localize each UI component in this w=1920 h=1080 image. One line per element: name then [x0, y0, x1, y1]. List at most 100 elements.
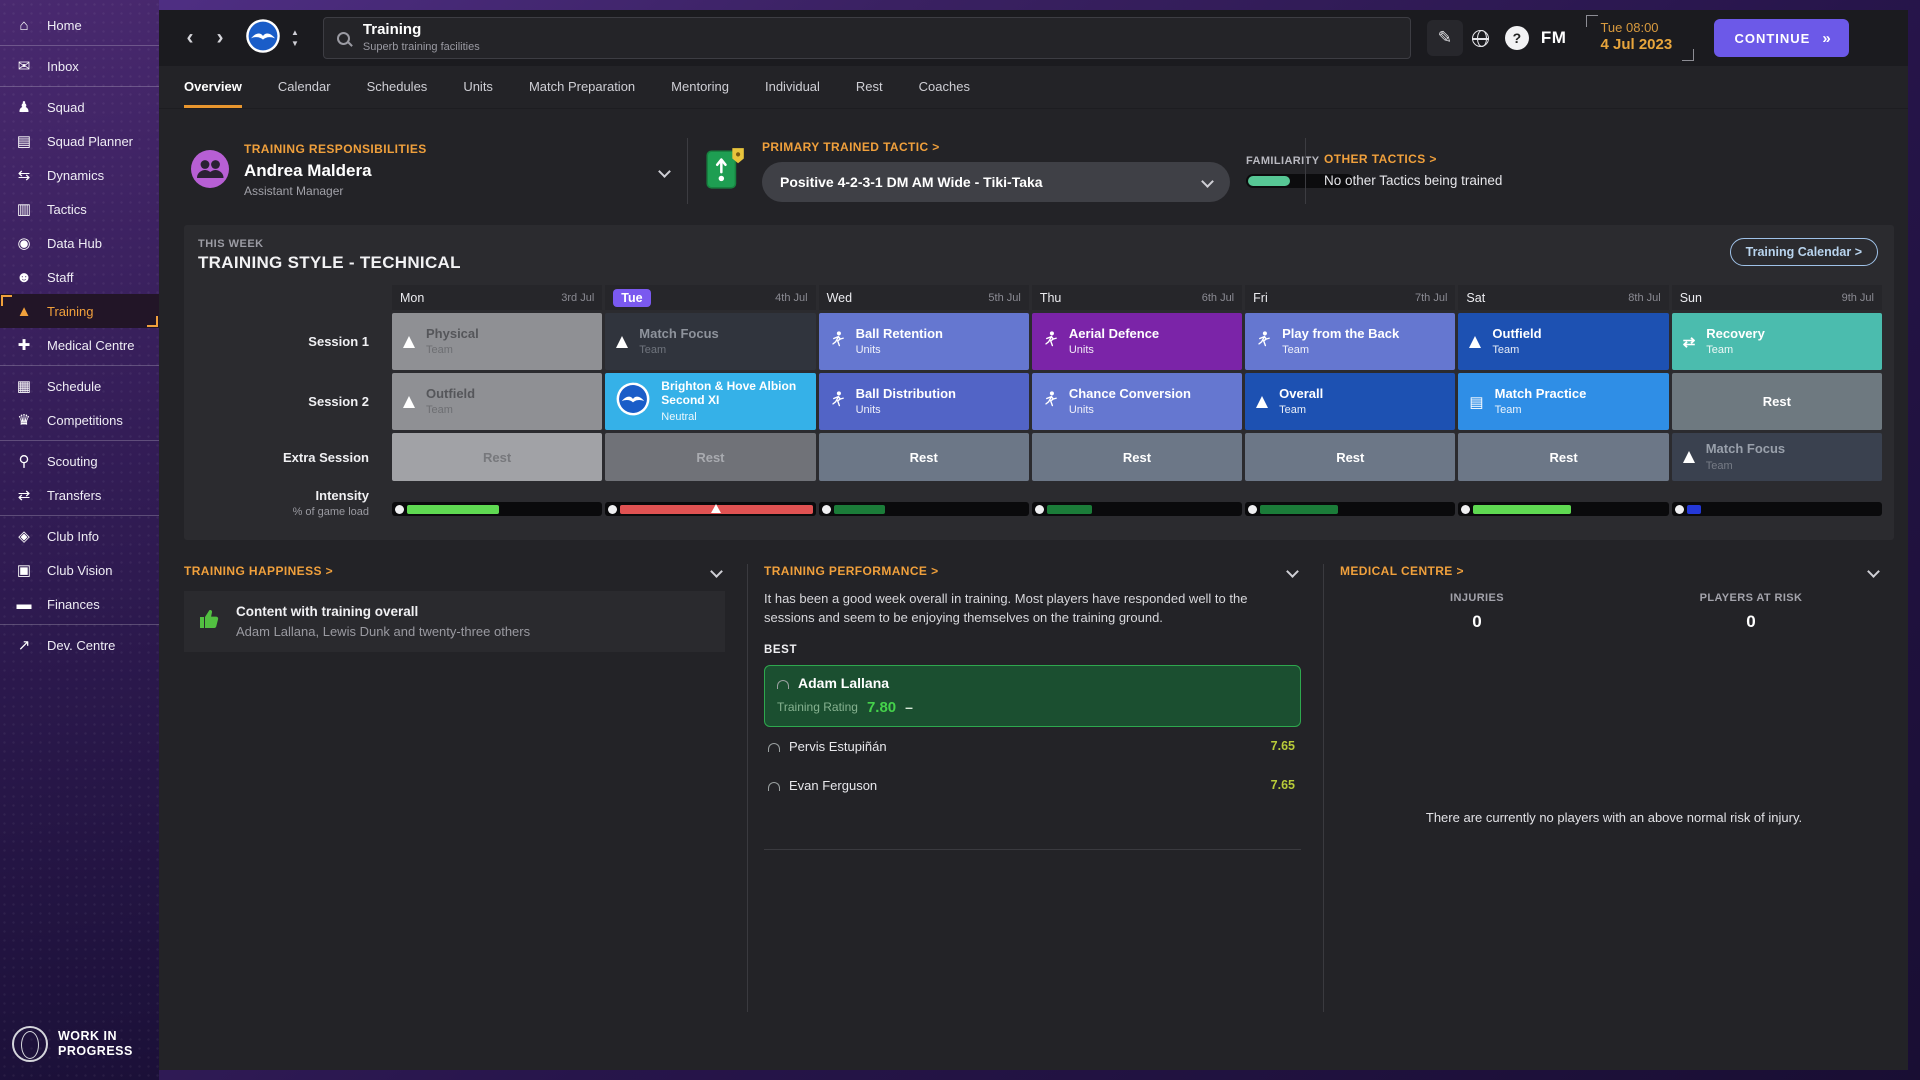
schedule-cell-wed-session2[interactable]: Ball Distribution Units — [818, 373, 1029, 430]
schedule-cell-wed-session1[interactable]: Ball Retention Units — [818, 313, 1029, 370]
players-at-risk-stat[interactable]: PLAYERS AT RISK 0 — [1614, 592, 1888, 632]
schedule-cell-fri-session2[interactable]: Overall Team — [1245, 373, 1456, 430]
sidebar-item-competitions[interactable]: ♛ Competitions — [0, 403, 159, 437]
training-responsibilities-section[interactable]: TRAINING RESPONSIBILITIES Andrea Maldera… — [184, 142, 687, 199]
sidebar-item-home[interactable]: ⌂ Home — [0, 8, 159, 42]
sidebar-item-dev-centre[interactable]: ↗ Dev. Centre — [0, 628, 159, 662]
sidebar-item-data-hub[interactable]: ◉ Data Hub — [0, 226, 159, 260]
tab-mentoring[interactable]: Mentoring — [671, 79, 729, 108]
training-happiness-title[interactable]: TRAINING HAPPINESS > — [184, 564, 333, 578]
intensity-bar-thu[interactable] — [1031, 484, 1243, 522]
schedule-cell-sat-session2[interactable]: ▤ Match Practice Team — [1458, 373, 1669, 430]
player-row[interactable]: Evan Ferguson 7.65 — [764, 766, 1301, 805]
sidebar-item-label: Finances — [47, 596, 100, 612]
sidebar-item-label: Dev. Centre — [47, 637, 116, 653]
sidebar-item-finances[interactable]: ▬ Finances — [0, 587, 159, 621]
schedule-cell-sat-session1[interactable]: Outfield Team — [1458, 313, 1669, 370]
schedule-cell-sat-extra[interactable]: Rest — [1458, 433, 1669, 481]
player-row[interactable]: Pervis Estupiñán 7.65 — [764, 727, 1301, 766]
schedule-cell-sun-session2[interactable]: Rest — [1671, 373, 1882, 430]
sidebar-item-label: Inbox — [47, 58, 79, 74]
sidebar-item-staff[interactable]: ☻ Staff — [0, 260, 159, 294]
day-name: Thu — [1039, 290, 1062, 305]
tab-units[interactable]: Units — [463, 79, 493, 108]
sidebar-item-transfers[interactable]: ⇄ Transfers — [0, 478, 159, 512]
club-badge-icon[interactable] — [245, 18, 281, 59]
tab-match-preparation[interactable]: Match Preparation — [529, 79, 635, 108]
best-player-card[interactable]: Adam Lallana Training Rating 7.80 – — [764, 664, 1301, 727]
tab-individual[interactable]: Individual — [765, 79, 820, 108]
chevron-down-icon[interactable] — [1286, 564, 1299, 578]
injuries-label: INJURIES — [1450, 592, 1504, 604]
schedule-cell-mon-session2[interactable]: Outfield Team — [392, 373, 603, 430]
primary-tactic-label[interactable]: PRIMARY TRAINED TACTIC > — [762, 140, 1230, 156]
chevron-up-icon[interactable]: ▲ — [291, 28, 299, 37]
schedule-cell-tue-session2[interactable]: Brighton & Hove Albion Second XI Neutral — [605, 373, 816, 430]
injuries-stat[interactable]: INJURIES 0 — [1340, 592, 1614, 632]
chevron-down-icon[interactable] — [710, 564, 723, 578]
schedule-cell-fri-extra[interactable]: Rest — [1245, 433, 1456, 481]
sidebar-divider — [0, 365, 159, 366]
schedule-cell-thu-session1[interactable]: Aerial Defence Units — [1031, 313, 1243, 370]
chevron-down-icon[interactable] — [1867, 564, 1880, 578]
sidebar-item-scouting[interactable]: ⚲ Scouting — [0, 444, 159, 478]
happiness-item[interactable]: Content with training overall Adam Lalla… — [184, 591, 725, 652]
sidebar-item-squad[interactable]: ♟ Squad — [0, 90, 159, 124]
sidebar-item-label: Medical Centre — [47, 337, 135, 353]
help-icon[interactable]: ? — [1499, 20, 1535, 56]
tab-coaches[interactable]: Coaches — [919, 79, 970, 108]
schedule-cell-mon-extra[interactable]: Rest — [392, 433, 603, 481]
edit-pencil-icon[interactable]: ✎ — [1426, 20, 1463, 56]
sidebar-item-dynamics[interactable]: ⇆ Dynamics — [0, 158, 159, 192]
forward-button[interactable]: › — [205, 22, 235, 54]
tab-rest[interactable]: Rest — [856, 79, 883, 108]
intensity-bar-fri[interactable] — [1245, 484, 1456, 522]
cell-subtitle: Team — [426, 344, 453, 357]
schedule-cell-tue-session1[interactable]: Match Focus Team — [605, 313, 816, 370]
intensity-bar-mon[interactable] — [392, 484, 603, 522]
schedule-cell-thu-extra[interactable]: Rest — [1031, 433, 1243, 481]
sidebar-item-club-vision[interactable]: ▣ Club Vision — [0, 553, 159, 587]
sidebar-item-inbox[interactable]: ✉ Inbox — [0, 49, 159, 83]
schedule-cell-wed-extra[interactable]: Rest — [818, 433, 1029, 481]
tactic-dropdown[interactable]: Positive 4-2-3-1 DM AM Wide - Tiki-Taka — [762, 161, 1230, 202]
tab-calendar[interactable]: Calendar — [278, 79, 331, 108]
tab-schedules[interactable]: Schedules — [367, 79, 428, 108]
fm-logo[interactable]: FM — [1541, 28, 1567, 48]
back-button[interactable]: ‹ — [175, 22, 205, 54]
intensity-bar-sat[interactable] — [1458, 484, 1669, 522]
cell-subtitle: Team — [1706, 344, 1734, 357]
team-switcher[interactable]: ▲ ▼ — [291, 28, 299, 48]
chevron-down-icon[interactable] — [658, 164, 671, 178]
sidebar-item-medical-centre[interactable]: ✚ Medical Centre — [0, 328, 159, 362]
intensity-bar-wed[interactable] — [818, 484, 1029, 522]
training-performance-title[interactable]: TRAINING PERFORMANCE > — [764, 564, 938, 578]
sidebar-item-schedule[interactable]: ▦ Schedule — [0, 369, 159, 403]
sidebar-item-training[interactable]: ▲ Training — [0, 294, 159, 328]
sidebar-item-club-info[interactable]: ◈ Club Info — [0, 519, 159, 553]
chevron-down-icon[interactable]: ▼ — [291, 39, 299, 48]
sidebar-item-squad-planner[interactable]: ▤ Squad Planner — [0, 124, 159, 158]
schedule-cell-mon-session1[interactable]: Physical Team — [392, 313, 603, 370]
search-bar[interactable]: Training Superb training facilities — [322, 17, 1411, 59]
sidebar-item-tactics[interactable]: ▥ Tactics — [0, 192, 159, 226]
schedule-cell-sun-session1[interactable]: ⇄ Recovery Team — [1671, 313, 1882, 370]
medical-centre-title[interactable]: MEDICAL CENTRE > — [1340, 564, 1464, 578]
schedule-cell-fri-session1[interactable]: Play from the Back Team — [1245, 313, 1456, 370]
continue-button[interactable]: CONTINUE» — [1714, 19, 1849, 57]
tab-overview[interactable]: Overview — [184, 79, 242, 108]
sidebar-item-label: Squad — [47, 99, 85, 115]
world-icon[interactable] — [1463, 20, 1499, 56]
sidebar-item-label: Club Vision — [47, 562, 113, 578]
training-calendar-button[interactable]: Training Calendar > — [1729, 238, 1878, 266]
schedule-cell-tue-extra[interactable]: Rest — [605, 433, 816, 481]
other-tactics-label[interactable]: OTHER TACTICS > — [1324, 151, 1894, 168]
day-header-sun: Sun 9th Jul — [1671, 285, 1882, 310]
warning-cone-icon — [711, 504, 722, 514]
intensity-bar-tue[interactable] — [605, 484, 816, 522]
schedule-cell-thu-session2[interactable]: Chance Conversion Units — [1031, 373, 1243, 430]
row-label: Session 2 — [308, 394, 369, 409]
schedule-cell-sun-extra[interactable]: Match Focus Team — [1671, 433, 1882, 481]
intensity-bar-sun[interactable] — [1671, 484, 1882, 522]
cell-subtitle: Units — [855, 404, 881, 417]
